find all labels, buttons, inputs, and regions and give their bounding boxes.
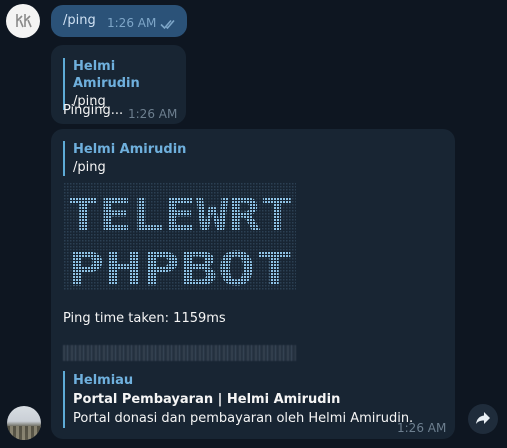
link-preview-title: Portal Pembayaran | Helmi Amirudin bbox=[73, 392, 341, 407]
avatar-image bbox=[7, 426, 41, 440]
forward-button[interactable] bbox=[468, 404, 498, 434]
forward-arrow-icon bbox=[475, 410, 491, 429]
bot-logo-icon bbox=[6, 4, 40, 38]
ascii-art-banner: TELEWRT PHPBOT bbox=[64, 183, 296, 291]
reply-text: /ping bbox=[73, 160, 106, 175]
reply-quote[interactable]: Helmi Amirudin /ping bbox=[63, 141, 186, 176]
link-preview-description: Portal donasi dan pembayaran oleh Helmi … bbox=[73, 411, 414, 426]
reply-author: Helmi Amirudin bbox=[73, 142, 187, 157]
bot-avatar[interactable] bbox=[6, 4, 40, 38]
reply-author: Helmi Amirudin bbox=[73, 59, 140, 91]
message-text: Pinging... bbox=[63, 103, 124, 118]
message-time: 1:26 AM bbox=[107, 16, 157, 30]
blurred-spoiler-text[interactable] bbox=[63, 345, 296, 361]
ping-time-text: Ping time taken: 1159ms bbox=[63, 311, 226, 326]
link-preview-site: Helmiau bbox=[73, 373, 134, 388]
pinging-message[interactable]: Helmi Amirudin /ping Pinging... 1:26 AM bbox=[51, 45, 186, 124]
ping-result-message[interactable]: Helmi Amirudin /ping TELEWRT PHPBOT Ping… bbox=[51, 129, 455, 439]
message-text: /ping bbox=[63, 13, 96, 28]
double-check-icon bbox=[160, 15, 178, 34]
message-time: 1:26 AM bbox=[128, 107, 178, 121]
message-time: 1:26 AM bbox=[397, 421, 447, 435]
bot-avatar-bottom[interactable] bbox=[7, 406, 41, 440]
ascii-line-1: TELEWRT bbox=[67, 188, 293, 242]
ascii-line-2: PHPBOT bbox=[67, 242, 293, 291]
link-preview[interactable]: Helmiau Portal Pembayaran | Helmi Amirud… bbox=[63, 371, 413, 428]
outgoing-message[interactable]: /ping 1:26 AM bbox=[51, 5, 187, 37]
